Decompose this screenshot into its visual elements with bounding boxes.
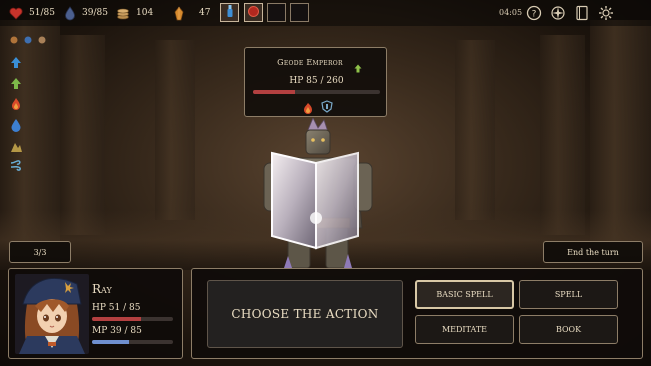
amber-crystal-icon [173, 5, 185, 21]
earth-icon [9, 139, 23, 153]
gold-value: 104 [136, 8, 154, 18]
hero-hp-fill [92, 317, 141, 321]
left-inner-pillar [155, 40, 195, 220]
enemy-hp-text: HP 85 / 260 [289, 76, 344, 86]
heart-icon [9, 7, 23, 20]
item-slot-2[interactable] [244, 3, 263, 22]
book-icon[interactable] [573, 4, 591, 22]
coin-stack-icon [116, 6, 130, 20]
water-drop-icon [64, 5, 76, 21]
attack-up-icon [9, 76, 23, 90]
enemy-hp-fill [253, 90, 295, 94]
end-turn-label: End the turn [567, 247, 619, 257]
mp-value: 39/85 [82, 8, 108, 18]
fire-element-icon [303, 99, 313, 118]
settings-icon[interactable] [597, 4, 615, 22]
shield-status-icon [321, 98, 333, 117]
mp-stat: 39/85 [64, 4, 108, 22]
crystal-value: 47 [199, 8, 211, 18]
crystal-stat: 47 [173, 4, 210, 22]
book-button[interactable]: BOOK [519, 315, 618, 344]
help-icon[interactable]: ? [525, 4, 543, 22]
hero-panel: Ray HP 51 / 85 MP 39 / 85 [8, 268, 183, 359]
enemy-hp-bar [253, 90, 380, 94]
left-pillar-2 [60, 35, 105, 235]
spell-button[interactable]: SPELL [519, 280, 618, 309]
svg-text:?: ? [532, 10, 537, 20]
item-slot-1[interactable] [220, 3, 239, 22]
hp-value: 51/85 [29, 8, 55, 18]
speed-up-icon [9, 55, 23, 69]
hp-stat: 51/85 [9, 4, 55, 22]
turn-counter-text: 3/3 [33, 247, 47, 257]
action-panel: CHOOSE THE ACTION BASIC SPELL SPELL MEDI… [191, 268, 643, 359]
right-pillar-2 [540, 35, 585, 235]
hero-mp-bar [92, 340, 173, 344]
action-prompt: CHOOSE THE ACTION [207, 280, 403, 348]
fire-icon [9, 97, 23, 111]
wind-icon [9, 158, 23, 172]
enemy-info-panel: Geode Emperor HP 85 / 260 [244, 47, 387, 117]
hero-name: Ray [92, 282, 112, 296]
end-turn-button[interactable]: End the turn [543, 241, 643, 263]
hero-hp-text: HP 51 / 85 [92, 303, 141, 313]
blue-potion-icon [226, 3, 234, 22]
compass-icon[interactable] [549, 4, 567, 22]
item-slot-3[interactable] [267, 3, 286, 22]
geode-emperor-sprite[interactable] [258, 117, 378, 273]
item-slot-4[interactable] [290, 3, 309, 22]
hero-hp-bar [92, 317, 173, 321]
basic-spell-button[interactable]: BASIC SPELL [415, 280, 514, 309]
enemy-level-up-icon [354, 58, 362, 77]
top-bar: 51/85 39/85 104 47 04:05 ? [0, 0, 651, 26]
hero-portrait [15, 274, 89, 354]
right-inner-pillar [455, 40, 495, 220]
turn-counter: 3/3 [9, 241, 71, 263]
hero-mp-fill [92, 340, 130, 344]
hero-mp-text: MP 39 / 85 [92, 326, 142, 336]
clock-readout: 04:05 [499, 8, 523, 17]
gold-stat: 104 [116, 4, 153, 22]
team-icon[interactable] [9, 33, 49, 47]
water-icon [9, 118, 23, 132]
meditate-button[interactable]: MEDITATE [415, 315, 514, 344]
red-orb-icon [247, 3, 260, 22]
